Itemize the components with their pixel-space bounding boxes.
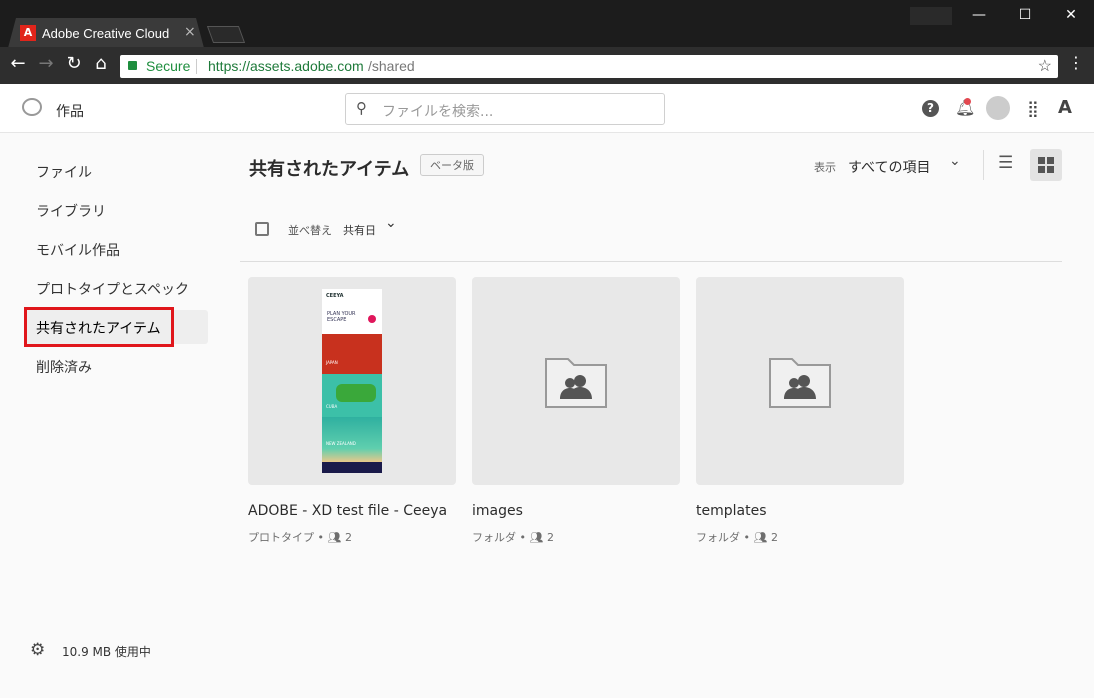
page-title: 共有されたアイテム: [249, 159, 410, 180]
sort-label: 並べ替え: [288, 224, 332, 237]
xd-artboard-thumbnail: CEEYA PLAN YOUR ESCAPE JAPAN CUBA NEW ZE…: [322, 289, 382, 473]
thumb-text: PLAN YOUR ESCAPE: [327, 311, 356, 323]
help-icon[interactable]: ?: [922, 100, 939, 117]
grid-icon: [1038, 157, 1054, 173]
item-name[interactable]: images: [472, 503, 523, 519]
search-placeholder: ファイルを検索...: [382, 104, 494, 120]
item-card-thumbnail[interactable]: CEEYA PLAN YOUR ESCAPE JAPAN CUBA NEW ZE…: [248, 277, 456, 485]
lock-icon: [128, 61, 137, 70]
gear-icon[interactable]: ⚙: [30, 640, 45, 660]
item-name[interactable]: templates: [696, 503, 767, 519]
item-meta: フォルダ • 👥︎ 2: [472, 531, 554, 544]
chevron-down-icon[interactable]: ⌄: [385, 215, 397, 231]
address-bar[interactable]: Secure https://assets.adobe.com /shared …: [120, 55, 1058, 78]
share-count: 2: [344, 531, 352, 544]
browser-tab[interactable]: A Adobe Creative Cloud ×: [8, 18, 204, 48]
close-window-button[interactable]: ✕: [1048, 0, 1094, 30]
thumb-navbar: [322, 462, 382, 473]
item-name[interactable]: ADOBE - XD test file - Ceeya: [248, 503, 447, 519]
view-filter-dropdown[interactable]: すべての項目: [848, 157, 930, 177]
share-count: 2: [770, 531, 778, 544]
item-meta: プロトタイプ • 👥︎ 2: [248, 531, 352, 544]
creative-cloud-icon[interactable]: [22, 98, 42, 116]
app-title: 作品: [56, 104, 84, 120]
share-count: 2: [546, 531, 554, 544]
sidebar-item-prototypes[interactable]: プロトタイプとスペック: [36, 279, 189, 299]
apps-grid-icon[interactable]: ⣿: [1027, 99, 1039, 118]
adobe-icon[interactable]: A: [1058, 97, 1072, 118]
plus-icon: [368, 315, 376, 323]
tab-title: Adobe Creative Cloud: [42, 26, 170, 41]
adobe-logo-icon: A: [20, 25, 36, 41]
home-icon[interactable]: ⌂: [89, 53, 113, 74]
item-meta: フォルダ • 👥︎ 2: [696, 531, 778, 544]
thumb-image-cuba: CUBA: [322, 374, 382, 417]
folder-card-templates[interactable]: [696, 277, 904, 485]
thumb-text: CEEYA: [326, 293, 344, 299]
minimize-button[interactable]: —: [956, 0, 1002, 30]
chevron-down-icon[interactable]: ⌄: [949, 153, 961, 169]
sidebar-item-mobile[interactable]: モバイル作品: [36, 240, 120, 260]
divider: [196, 59, 197, 74]
thumb-image-japan: JAPAN: [322, 334, 382, 374]
bookmark-star-icon[interactable]: ☆: [1038, 56, 1052, 76]
maximize-button[interactable]: ☐: [1002, 0, 1048, 30]
grid-view-button[interactable]: [1030, 149, 1062, 181]
storage-usage: 10.9 MB 使用中: [62, 645, 151, 659]
notification-dot: [964, 98, 971, 105]
back-icon[interactable]: ←: [6, 53, 30, 74]
people-icon: 👥︎: [327, 531, 342, 544]
beta-badge: ベータ版: [420, 154, 484, 176]
highlight-box: [24, 307, 174, 347]
item-type: プロトタイプ: [248, 531, 314, 544]
search-icon: ⚲: [356, 99, 367, 117]
people-icon: 👥︎: [529, 531, 544, 544]
item-type: フォルダ: [472, 531, 516, 544]
list-view-icon[interactable]: ☰: [998, 153, 1013, 173]
reload-icon[interactable]: ↻: [62, 53, 86, 74]
tab-close-icon[interactable]: ×: [184, 24, 196, 40]
browser-tab-bar: A Adobe Creative Cloud × — ☐ ✕: [0, 0, 1094, 48]
sidebar-item-libraries[interactable]: ライブラリ: [36, 201, 106, 221]
shared-folder-icon: [545, 358, 607, 408]
profile-area: [910, 7, 952, 25]
menu-icon[interactable]: ⋮: [1064, 53, 1088, 72]
sort-dropdown[interactable]: 共有日: [343, 222, 376, 238]
view-label: 表示: [814, 161, 836, 174]
url-path: /shared: [368, 58, 415, 74]
sidebar-item-deleted[interactable]: 削除済み: [36, 357, 92, 377]
search-input[interactable]: ⚲ ファイルを検索...: [345, 93, 665, 125]
people-icon: 👥︎: [753, 531, 768, 544]
secure-label: Secure: [146, 58, 191, 74]
folder-card-images[interactable]: [472, 277, 680, 485]
divider: [983, 150, 984, 180]
select-all-checkbox[interactable]: [255, 222, 269, 236]
divider: [240, 261, 1062, 262]
sidebar-item-files[interactable]: ファイル: [36, 162, 92, 182]
thumb-image-newzealand: NEW ZEALAND: [322, 417, 382, 462]
new-tab-button[interactable]: [206, 26, 246, 43]
avatar[interactable]: [986, 96, 1010, 120]
url-host: https://assets.adobe.com: [208, 58, 364, 74]
item-type: フォルダ: [696, 531, 740, 544]
shared-folder-icon: [769, 358, 831, 408]
forward-icon[interactable]: →: [34, 53, 58, 74]
